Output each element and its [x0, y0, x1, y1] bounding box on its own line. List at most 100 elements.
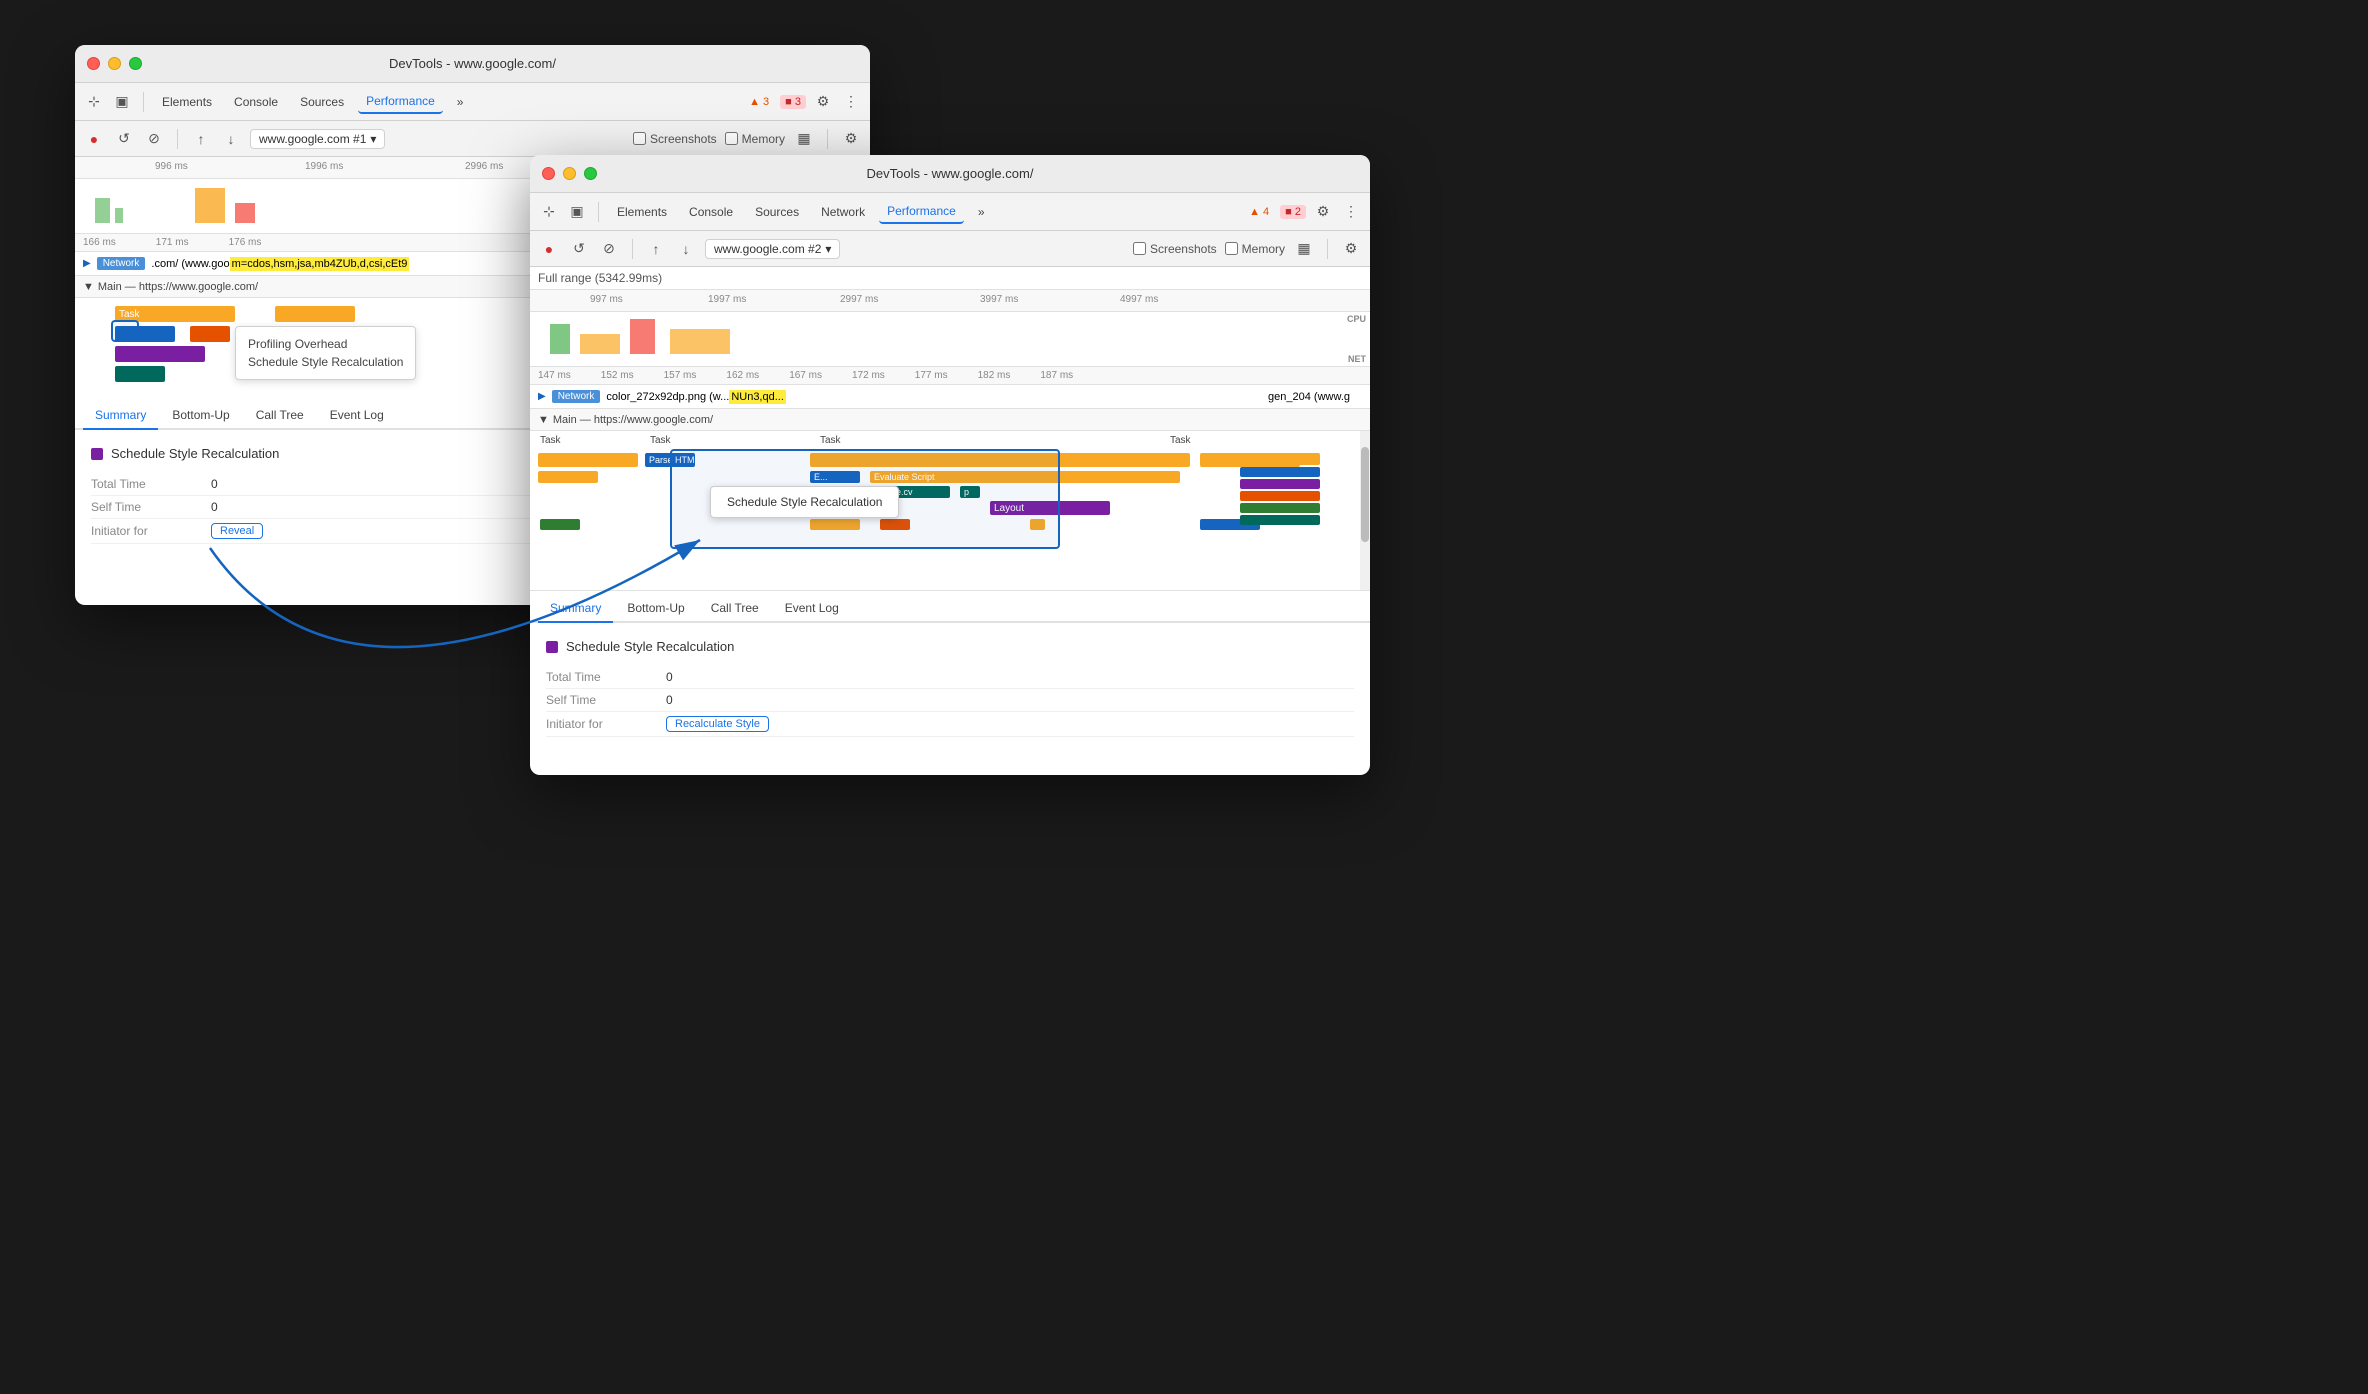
right-bar-3 [1240, 479, 1320, 489]
task-bar-teal-1 [115, 366, 165, 382]
close-button-back[interactable] [87, 57, 100, 70]
window-title-front: DevTools - www.google.com/ [867, 166, 1034, 181]
maximize-button-back[interactable] [129, 57, 142, 70]
menu-icon-back[interactable]: ⋮ [840, 91, 862, 113]
tab-bottomup-back[interactable]: Bottom-Up [160, 402, 241, 430]
perf-sep2-front [1327, 239, 1328, 259]
nav-separator [143, 92, 144, 112]
device-icon-front[interactable]: ▣ [566, 201, 588, 223]
upload-button-front[interactable]: ↑ [645, 238, 667, 260]
tab-bottomup-front[interactable]: Bottom-Up [615, 595, 696, 623]
inspect-icon[interactable]: ⊹ [83, 91, 105, 113]
url-selector-back[interactable]: www.google.com #1 ▾ [250, 129, 385, 149]
nav-more-back[interactable]: » [449, 91, 472, 113]
task-bar-purple-1 [115, 346, 205, 362]
tab-summary-front[interactable]: Summary [538, 595, 613, 623]
screenshots-checkbox-front[interactable]: Screenshots [1133, 242, 1217, 256]
nav-sources-back[interactable]: Sources [292, 91, 352, 113]
nav-bar-front: ⊹ ▣ Elements Console Sources Network Per… [530, 193, 1370, 231]
perf-settings-front[interactable]: ⚙ [1340, 238, 1362, 260]
url-dropdown-icon[interactable]: ▾ [370, 132, 376, 146]
recalculate-link-front[interactable]: Recalculate Style [666, 716, 769, 732]
network-url-back: .com/ (www.goo [151, 258, 229, 270]
cpu-bar-f2 [580, 334, 620, 354]
network-tag-front: Network [552, 390, 601, 403]
task-area-front[interactable]: Task Task Task Task Parse HTML E... Eval… [530, 431, 1370, 591]
settings-icon-front[interactable]: ⚙ [1312, 201, 1334, 223]
perf-toolbar-front: ● ↺ ⊘ ↑ ↓ www.google.com #2 ▾ Screenshot… [530, 231, 1370, 267]
minimize-button-back[interactable] [108, 57, 121, 70]
nav-console-back[interactable]: Console [226, 91, 286, 113]
maximize-button-front[interactable] [584, 167, 597, 180]
network-row-front: ▶ Network color_272x92dp.png (w... NUn3,… [530, 385, 1370, 409]
nav-performance-back[interactable]: Performance [358, 90, 443, 114]
scrollbar-thumb-front[interactable] [1361, 447, 1369, 542]
nav-elements-front[interactable]: Elements [609, 201, 675, 223]
clear-button-back[interactable]: ⊘ [143, 128, 165, 150]
inspect-icon-front[interactable]: ⊹ [538, 201, 560, 223]
nav-more-front[interactable]: » [970, 201, 993, 223]
minimize-button-front[interactable] [563, 167, 576, 180]
tick-997ms: 997 ms [590, 294, 623, 305]
task-main-1 [538, 453, 638, 467]
url-dropdown-icon-front[interactable]: ▾ [825, 242, 831, 256]
device-icon[interactable]: ▣ [111, 91, 133, 113]
perf-sep-front [632, 239, 633, 259]
nav-elements-back[interactable]: Elements [154, 91, 220, 113]
memory-checkbox-back[interactable]: Memory [725, 132, 785, 146]
task-green-1 [540, 519, 580, 530]
perf-toolbar-back: ● ↺ ⊘ ↑ ↓ www.google.com #1 ▾ Screenshot… [75, 121, 870, 157]
right-bar-2 [1240, 467, 1320, 477]
task-sub-1 [538, 471, 598, 483]
menu-icon-front[interactable]: ⋮ [1340, 201, 1362, 223]
main-text-back: Main — https://www.google.com/ [98, 281, 258, 293]
error-badge-front: ■ 2 [1280, 205, 1306, 219]
download-button-back[interactable]: ↓ [220, 128, 242, 150]
tab-calltree-front[interactable]: Call Tree [699, 595, 771, 623]
close-button-front[interactable] [542, 167, 555, 180]
tab-summary-back[interactable]: Summary [83, 402, 158, 430]
tab-eventlog-front[interactable]: Event Log [773, 595, 851, 623]
reload-record-front[interactable]: ↺ [568, 238, 590, 260]
download-button-front[interactable]: ↓ [675, 238, 697, 260]
tick-1996ms: 1996 ms [305, 161, 343, 172]
nav-bar-back: ⊹ ▣ Elements Console Sources Performance… [75, 83, 870, 121]
nav-console-front[interactable]: Console [681, 201, 741, 223]
network-file-front: color_272x92dp.png (w... [606, 391, 729, 403]
upload-button-back[interactable]: ↑ [190, 128, 212, 150]
memory-checkbox-front[interactable]: Memory [1225, 242, 1285, 256]
clear-button-front[interactable]: ⊘ [598, 238, 620, 260]
reload-record-button-back[interactable]: ↺ [113, 128, 135, 150]
screenshot-camera-icon-front[interactable]: ▦ [1293, 238, 1315, 260]
tick-177ms: 177 ms [915, 370, 948, 381]
right-bar-1 [1240, 453, 1320, 465]
tick-157ms: 157 ms [664, 370, 697, 381]
settings-icon-back[interactable]: ⚙ [812, 91, 834, 113]
tick-172ms: 172 ms [852, 370, 885, 381]
scrollbar-front[interactable] [1360, 431, 1370, 590]
screenshots-checkbox-back[interactable]: Screenshots [633, 132, 717, 146]
perf-settings-button-back[interactable]: ⚙ [840, 128, 862, 150]
nav-sep-front [598, 202, 599, 222]
nav-network-front[interactable]: Network [813, 201, 873, 223]
tab-eventlog-back[interactable]: Event Log [318, 402, 396, 430]
record-button-back[interactable]: ● [83, 128, 105, 150]
traffic-lights-front[interactable] [542, 167, 597, 180]
traffic-lights-back[interactable] [87, 57, 142, 70]
warning-badge-front: ▲ 4 [1244, 205, 1274, 219]
record-button-front[interactable]: ● [538, 238, 560, 260]
reveal-link-back[interactable]: Reveal [211, 523, 263, 539]
tooltip-item-1: Profiling Overhead [248, 335, 403, 353]
devtools-window-front[interactable]: DevTools - www.google.com/ ⊹ ▣ Elements … [530, 155, 1370, 775]
nav-performance-front[interactable]: Performance [879, 200, 964, 224]
screenshot-camera-icon[interactable]: ▦ [793, 128, 815, 150]
url-selector-front[interactable]: www.google.com #2 ▾ [705, 239, 840, 259]
window-title-back: DevTools - www.google.com/ [389, 56, 556, 71]
summary-color-dot-back [91, 448, 103, 460]
total-time-row-front: Total Time 0 [546, 666, 1354, 689]
network-params-front: NUn3,qd... [729, 390, 786, 404]
tooltip-box-back: Profiling Overhead Schedule Style Recalc… [235, 326, 416, 380]
nav-sources-front[interactable]: Sources [747, 201, 807, 223]
main-label-front: ▼ Main — https://www.google.com/ [530, 409, 1370, 431]
tab-calltree-back[interactable]: Call Tree [244, 402, 316, 430]
